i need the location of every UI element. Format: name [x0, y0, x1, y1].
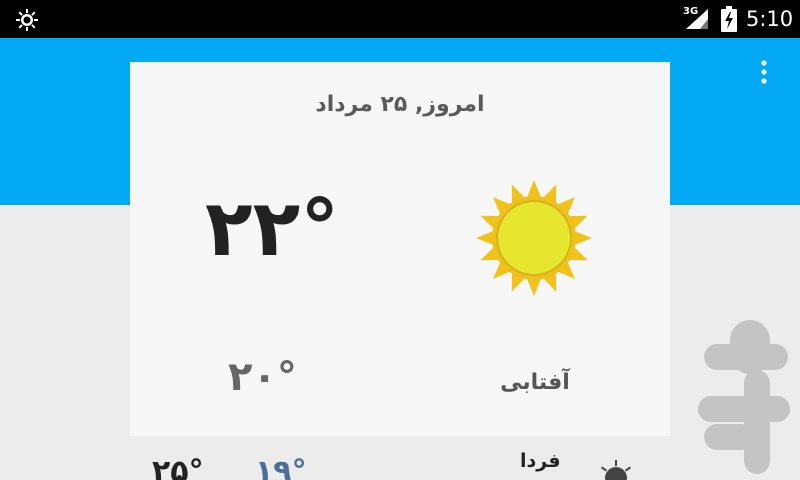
sun-icon	[476, 180, 592, 296]
clock: 5:10	[746, 7, 794, 31]
status-bar: 3G 5:10	[0, 0, 800, 38]
today-condition: آفتابی	[500, 370, 570, 395]
today-temp-min: ۲۰°	[228, 354, 297, 400]
forecast-temp-min: ۱۹°	[255, 454, 307, 480]
more-vert-icon[interactable]	[752, 58, 776, 90]
today-temp-max: ۲۲°	[205, 184, 341, 274]
app-store-logo-icon	[698, 320, 790, 474]
signal-icon	[686, 9, 708, 29]
sun-icon	[600, 460, 632, 480]
forecast-temp-max: ۲۵°	[152, 454, 204, 480]
forecast-day[interactable]: فردا	[520, 450, 561, 472]
today-date: امروز, ۲۵ مرداد	[315, 92, 485, 117]
battery-charging-icon	[721, 6, 737, 32]
brightness-icon	[16, 9, 38, 31]
